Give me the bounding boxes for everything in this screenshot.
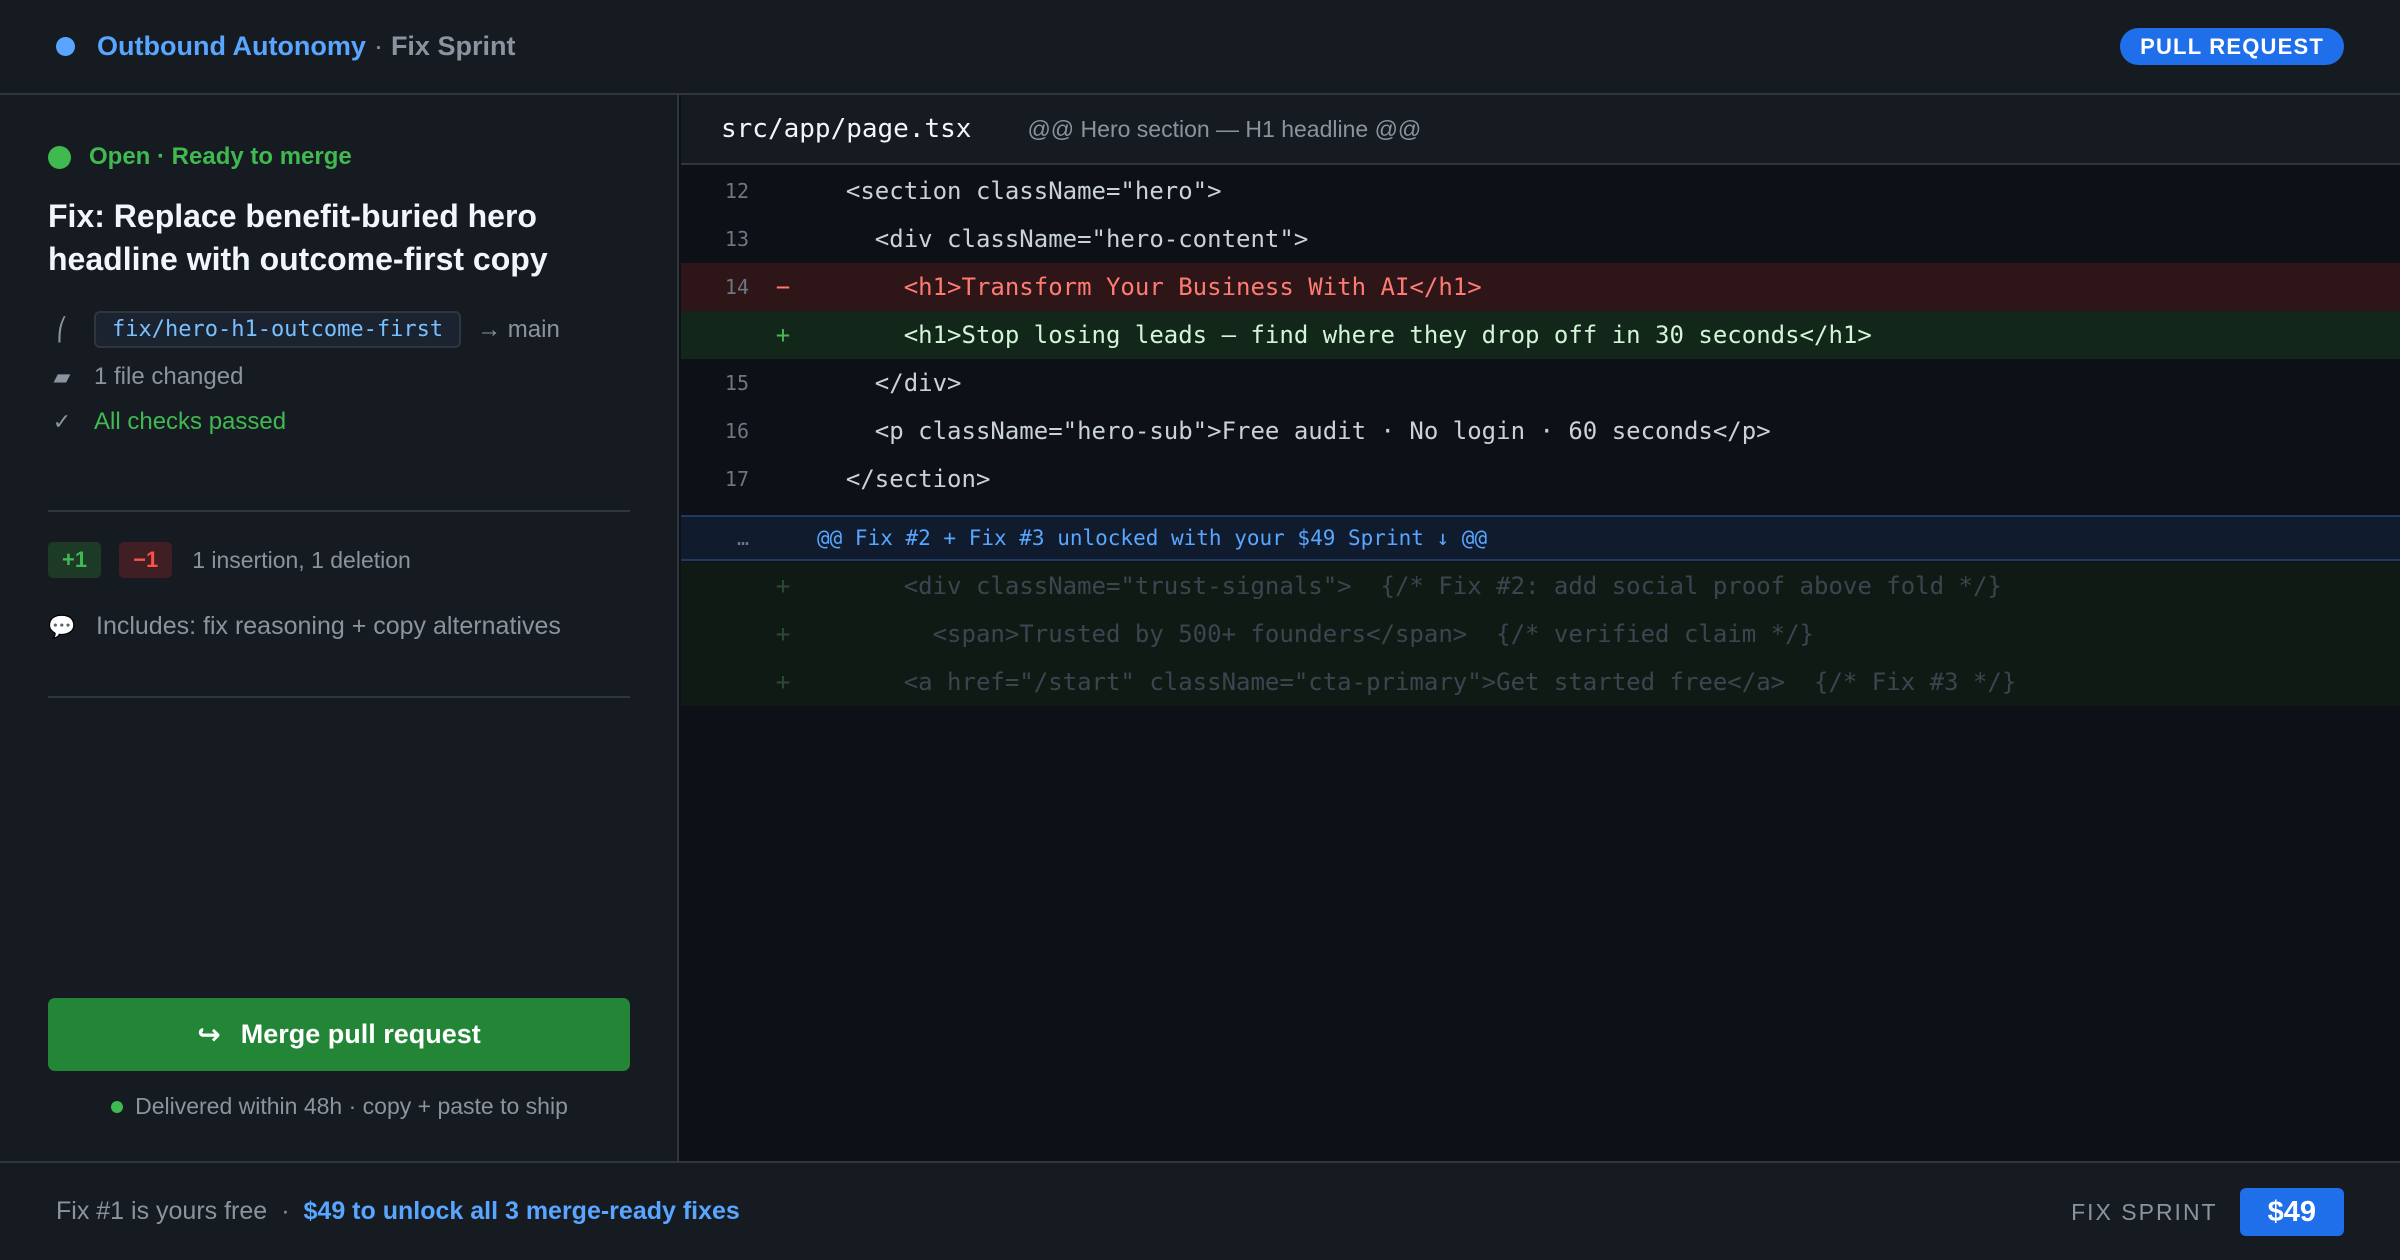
speech-bubble-icon: 💬	[48, 613, 76, 639]
merge-pull-request-button[interactable]: ↪ Merge pull request	[48, 998, 630, 1071]
line-code: <p className="hero-sub">Free audit · No …	[817, 417, 1771, 445]
line-code: <h1>Transform Your Business With AI</h1>	[817, 273, 1482, 301]
unlock-fixes-link[interactable]: $49 to unlock all 3 merge-ready fixes	[304, 1197, 740, 1226]
diff-line: 16 <p className="hero-sub">Free audit · …	[681, 407, 2400, 455]
diff-line-deleted: 14 − <h1>Transform Your Business With AI…	[681, 263, 2400, 311]
checks-row: ✓ All checks passed	[48, 408, 286, 436]
change-summary: 1 insertion, 1 deletion	[192, 546, 411, 573]
includes-text: Includes: fix reasoning + copy alternati…	[96, 612, 561, 640]
line-code: <div className="hero-content">	[817, 225, 1309, 253]
diff-line: 13 <div className="hero-content">	[681, 215, 2400, 263]
diff-panel: src/app/page.tsx @@ Hero section — H1 he…	[681, 95, 2400, 1161]
line-number: 17	[724, 467, 749, 491]
addition-sign: +	[775, 620, 791, 648]
divider	[48, 696, 630, 698]
deletion-sign: −	[775, 273, 791, 301]
merge-button-label: Merge pull request	[240, 1019, 481, 1049]
diff-line-added: + <h1>Stop losing leads — find where the…	[681, 311, 2400, 359]
fix-sprint-label: FIX SPRINT	[2071, 1198, 2218, 1225]
price-button[interactable]: $49	[2239, 1188, 2344, 1236]
branch-name[interactable]: fix/hero-h1-outcome-first	[94, 311, 462, 348]
line-code: <div className="trust-signals"> {/* Fix …	[817, 572, 2002, 600]
files-row: ▰ 1 file changed	[48, 363, 244, 391]
brand-name[interactable]: Outbound Autonomy	[97, 31, 366, 62]
delivery-note: Delivered within 48h · copy + paste to s…	[0, 1093, 679, 1120]
line-code: <section className="hero">	[817, 177, 1222, 205]
divider	[48, 510, 630, 512]
locked-diff-line: + <a href="/start" className="cta-primar…	[681, 658, 2400, 706]
change-stats-row: +1 −1 1 insertion, 1 deletion	[48, 542, 411, 578]
status-text: Open · Ready to merge	[89, 143, 352, 170]
brand-separator: ·	[373, 31, 383, 61]
checks-status[interactable]: All checks passed	[94, 408, 286, 436]
line-number: 14	[724, 275, 749, 299]
check-icon: ✓	[52, 409, 72, 434]
line-number: 16	[724, 419, 749, 443]
files-changed[interactable]: 1 file changed	[94, 363, 243, 391]
locked-diff-line: + <div className="trust-signals"> {/* Fi…	[681, 562, 2400, 610]
free-fix-note: Fix #1 is yours free	[56, 1197, 268, 1225]
additions-badge: +1	[48, 542, 102, 578]
addition-sign: +	[775, 668, 791, 696]
unlock-hunk-text: @@ Fix #2 + Fix #3 unlocked with your $4…	[817, 526, 1488, 550]
line-number: 13	[724, 227, 749, 251]
footer-separator: ·	[281, 1197, 290, 1225]
status-dot-icon	[48, 145, 71, 169]
line-number: 12	[724, 179, 749, 203]
addition-sign: +	[775, 572, 791, 600]
branch-row: ⎛ fix/hero-h1-outcome-first → main	[48, 311, 560, 348]
line-code: <span>Trusted by 500+ founders</span> {/…	[817, 620, 1814, 648]
addition-sign: +	[775, 321, 791, 349]
brand-dot-icon	[56, 37, 75, 56]
diff-line: 12 <section className="hero">	[681, 167, 2400, 215]
locked-diff-line: + <span>Trusted by 500+ founders</span> …	[681, 610, 2400, 658]
branch-icon: ⎛	[56, 316, 68, 342]
brand-subtitle: Fix Sprint	[390, 31, 516, 61]
pr-summary-panel: Open · Ready to merge Fix: Replace benef…	[0, 95, 679, 1161]
line-code: <h1>Stop losing leads — find where they …	[817, 321, 1872, 349]
diff-line: 15 </div>	[681, 359, 2400, 407]
line-code: </section>	[817, 465, 991, 493]
diff-line: 17 </section>	[681, 455, 2400, 503]
line-number: 15	[724, 371, 749, 395]
includes-row: 💬 Includes: fix reasoning + copy alterna…	[48, 612, 561, 641]
deletions-badge: −1	[119, 542, 173, 578]
target-branch: → main	[477, 315, 560, 343]
pricing: FIX SPRINT $49	[2071, 1188, 2344, 1236]
folder-icon: ▰	[53, 364, 71, 389]
unlock-hunk-bar[interactable]: … @@ Fix #2 + Fix #3 unlocked with your …	[681, 515, 2400, 561]
pr-title: Fix: Replace benefit-buried hero headlin…	[48, 198, 548, 277]
expand-ellipsis-icon: …	[736, 526, 749, 550]
pr-status: Open · Ready to merge	[48, 143, 352, 171]
pull-request-badge: PULL REQUEST	[2120, 28, 2344, 65]
footer-bar: Fix #1 is yours free · $49 to unlock all…	[0, 1161, 2400, 1260]
top-bar: Outbound Autonomy · Fix Sprint PULL REQU…	[0, 0, 2400, 95]
merge-arrow-icon: ↪	[197, 1019, 221, 1050]
delivery-dot-icon	[111, 1100, 124, 1113]
line-code: <a href="/start" className="cta-primary"…	[817, 668, 2017, 696]
line-code: </div>	[817, 369, 962, 397]
delivery-text: Delivered within 48h · copy + paste to s…	[135, 1093, 568, 1119]
